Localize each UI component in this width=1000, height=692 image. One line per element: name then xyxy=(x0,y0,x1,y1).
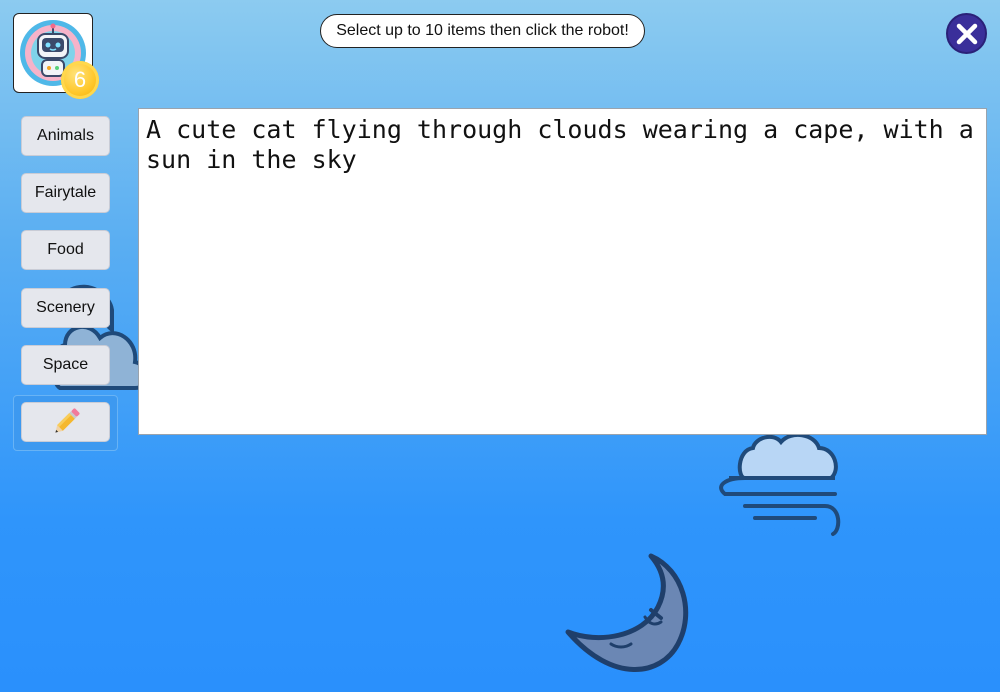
coin-badge: 6 xyxy=(61,61,99,99)
category-fairytale-button[interactable]: Fairytale xyxy=(21,173,110,213)
category-scenery-button[interactable]: Scenery xyxy=(21,288,110,328)
instruction-banner: Select up to 10 items then click the rob… xyxy=(320,14,645,48)
category-food-button[interactable]: Food xyxy=(21,230,110,270)
pencil-icon xyxy=(54,408,80,433)
close-button[interactable] xyxy=(946,13,987,54)
category-space-button[interactable]: Space xyxy=(21,345,110,385)
windy-cloud-icon xyxy=(719,432,841,536)
moon-icon xyxy=(565,553,689,672)
category-animals-button[interactable]: Animals xyxy=(21,116,110,156)
custom-prompt-button[interactable] xyxy=(21,402,110,442)
prompt-text-area[interactable]: A cute cat flying through clouds wearing… xyxy=(138,108,987,435)
close-x-icon xyxy=(956,23,977,44)
